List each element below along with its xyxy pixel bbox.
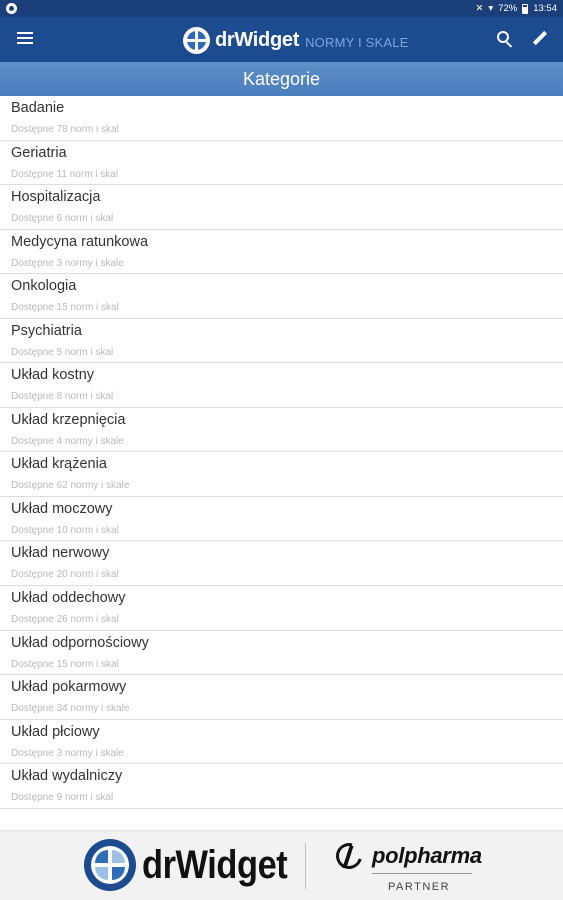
footer-banner[interactable]: drWidget polpharma PARTNER bbox=[0, 830, 563, 900]
item-title: Układ nerwowy bbox=[11, 545, 110, 562]
item-title: Układ pokarmowy bbox=[11, 679, 127, 696]
list-item[interactable]: Medycyna ratunkowa Dostępne 3 normy i sk… bbox=[0, 229, 563, 275]
item-title: Medycyna ratunkowa bbox=[11, 233, 149, 250]
mute-icon: ✕ bbox=[475, 3, 484, 14]
list-item[interactable]: Onkologia Dostępne 15 norm i skal bbox=[0, 274, 563, 319]
category-list: Badanie Dostępne 78 norm i skal Geriatri… bbox=[0, 96, 563, 809]
drwidget-logo-icon bbox=[84, 839, 136, 891]
brand-subtitle: NORMY I SKALE bbox=[305, 34, 409, 50]
app-brand: drWidget NORMY I SKALE bbox=[183, 24, 409, 56]
list-item[interactable]: Układ oddechowy Dostępne 26 norm i skal bbox=[0, 586, 563, 631]
item-title: Układ oddechowy bbox=[11, 590, 126, 607]
item-title: Układ wydalniczy bbox=[11, 768, 123, 785]
item-title: Geriatria bbox=[11, 144, 67, 161]
clock: 13:54 bbox=[533, 3, 557, 14]
menu-icon[interactable] bbox=[17, 32, 33, 46]
brand-name: drWidget bbox=[215, 28, 300, 51]
footer-brand-name: drWidget bbox=[142, 843, 288, 887]
list-item[interactable]: Układ krzepnięcia Dostępne 4 normy i ska… bbox=[0, 407, 563, 453]
list-item[interactable]: Układ pokarmowy Dostępne 34 normy i skal… bbox=[0, 675, 563, 720]
item-subtitle: Dostępne 6 norm i skal bbox=[11, 213, 114, 225]
item-subtitle: Dostępne 15 norm i skal bbox=[11, 658, 119, 670]
partner-divider bbox=[372, 873, 472, 874]
app-bar: drWidget NORMY I SKALE bbox=[0, 17, 563, 62]
item-title: Badanie bbox=[11, 100, 65, 116]
battery-icon bbox=[522, 3, 529, 14]
list-item[interactable]: Układ krążenia Dostępne 62 normy i skale bbox=[0, 452, 563, 497]
notification-icon bbox=[6, 3, 17, 14]
item-subtitle: Dostępne 3 normy i skale bbox=[11, 747, 124, 759]
item-subtitle: Dostępne 34 normy i skale bbox=[11, 703, 130, 715]
section-header: Kategorie bbox=[0, 62, 563, 96]
list-item[interactable]: Układ płciowy Dostępne 3 normy i skale bbox=[0, 719, 563, 765]
item-subtitle: Dostępne 10 norm i skal bbox=[11, 524, 119, 536]
item-title: Układ krążenia bbox=[11, 456, 107, 473]
item-title: Układ płciowy bbox=[11, 723, 100, 740]
footer-divider bbox=[305, 843, 306, 889]
list-item[interactable]: Układ kostny Dostępne 8 norm i skal bbox=[0, 363, 563, 408]
list-item[interactable]: Hospitalizacja Dostępne 6 norm i skal bbox=[0, 185, 563, 230]
search-icon[interactable] bbox=[497, 31, 515, 49]
item-subtitle: Dostępne 4 normy i skale bbox=[11, 435, 124, 447]
partner-label: PARTNER bbox=[388, 881, 451, 893]
wifi-icon: ▾ bbox=[488, 3, 494, 14]
item-subtitle: Dostępne 62 normy i skale bbox=[11, 480, 130, 492]
polpharma-logo-icon bbox=[331, 838, 367, 874]
status-bar: ✕ ▾ 72% 13:54 bbox=[0, 0, 563, 17]
status-left bbox=[6, 3, 17, 14]
list-item[interactable]: Układ wydalniczy Dostępne 9 norm i skal bbox=[0, 764, 563, 809]
item-subtitle: Dostępne 5 norm i skal bbox=[11, 346, 114, 358]
list-item[interactable]: Psychiatria Dostępne 5 norm i skal bbox=[0, 318, 563, 364]
list-item[interactable]: Geriatria Dostępne 11 norm i skal bbox=[0, 140, 563, 186]
item-subtitle: Dostępne 26 norm i skal bbox=[11, 614, 119, 626]
item-subtitle: Dostępne 9 norm i skal bbox=[11, 792, 114, 804]
item-subtitle: Dostępne 15 norm i skal bbox=[11, 302, 119, 314]
item-subtitle: Dostępne 8 norm i skal bbox=[11, 391, 114, 403]
item-title: Onkologia bbox=[11, 278, 77, 295]
item-title: Psychiatria bbox=[11, 322, 82, 339]
list-item[interactable]: Układ moczowy Dostępne 10 norm i skal bbox=[0, 496, 563, 542]
item-subtitle: Dostępne 78 norm i skal bbox=[11, 124, 119, 135]
list-item[interactable]: Badanie Dostępne 78 norm i skal bbox=[0, 96, 563, 141]
item-subtitle: Dostępne 3 normy i skale bbox=[11, 257, 124, 269]
battery-percent: 72% bbox=[498, 3, 518, 14]
status-right: ✕ ▾ 72% 13:54 bbox=[475, 3, 557, 14]
item-subtitle: Dostępne 11 norm i skal bbox=[11, 168, 119, 180]
item-title: Układ kostny bbox=[11, 367, 95, 384]
section-title: Kategorie bbox=[242, 68, 321, 89]
drwidget-logo-icon bbox=[183, 26, 210, 54]
list-item[interactable]: Układ nerwowy Dostępne 20 norm i skal bbox=[0, 541, 563, 587]
item-subtitle: Dostępne 20 norm i skal bbox=[11, 569, 119, 581]
item-title: Układ krzepnięcia bbox=[11, 411, 126, 428]
list-item[interactable]: Układ odpornościowy Dostępne 15 norm i s… bbox=[0, 630, 563, 676]
item-title: Układ moczowy bbox=[11, 500, 113, 517]
item-title: Układ odpornościowy bbox=[11, 634, 149, 651]
item-title: Hospitalizacja bbox=[11, 189, 101, 206]
partner-name: polpharma bbox=[372, 843, 482, 868]
edit-icon[interactable] bbox=[532, 30, 548, 47]
